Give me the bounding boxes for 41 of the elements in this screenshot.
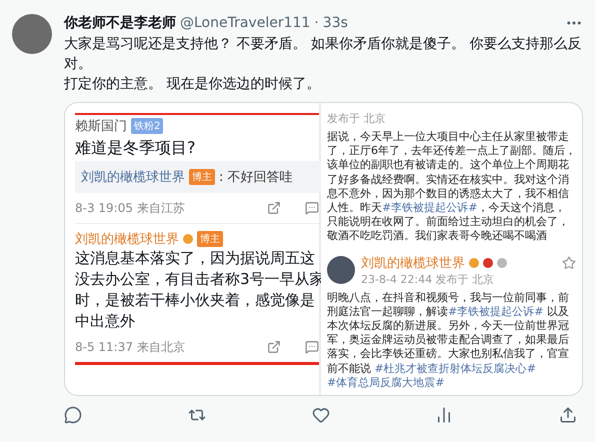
post-meta: 8-5 11:37 来自北京 xyxy=(75,338,186,356)
tweet-time[interactable]: 33s xyxy=(322,15,348,31)
post-meta: 发布于 北京 xyxy=(327,111,386,126)
comment-icon xyxy=(305,340,319,354)
comment-icon xyxy=(305,201,319,215)
hashtag-link[interactable]: #体育总局反腐大地震# xyxy=(327,376,444,389)
user-badge: 博主 xyxy=(189,169,215,185)
share-icon xyxy=(267,340,281,354)
post-meta: 23-8-4 22:44 发布于 北京 xyxy=(361,272,496,287)
post-text: 明晚八点，在抖音和视频号，我与一位前同事，前刑庭法官一起聊聊，解读#李铁被提起公诉# 以及本次体坛反腐的新进展。另外，今天一位前世界冠军，奥运金牌运动员被带走配合调查了，如果最后落实，会比李铁还重磅。大家也别私信我了，官宣前不能说 #杜兆才被查折射体坛反腐决心# #体育总局反腐大地震# xyxy=(327,290,570,390)
share-icon xyxy=(267,201,281,215)
user-badge: 铁粉2 xyxy=(131,118,164,134)
user-badge: 博主 xyxy=(197,231,223,247)
comment-text: 难道是冬季项目? xyxy=(75,137,196,159)
post-user: 刘凯的橄榄球世界 xyxy=(361,254,465,272)
comment-meta: 8-3 19:05 来自江苏 xyxy=(75,200,186,216)
separator: · xyxy=(314,15,319,31)
avatar xyxy=(327,256,355,284)
post-text-line: 这消息基本落实了，因为据说周五这 xyxy=(75,248,316,269)
tweet-text: 打定你的主意。 现在是你选边的时候了。 xyxy=(64,75,322,94)
author-name[interactable]: 你老师不是李老师 xyxy=(64,14,176,32)
author-handle[interactable]: @LoneTraveler111 xyxy=(180,15,310,31)
like-button[interactable] xyxy=(312,406,330,424)
reply-user: 刘凯的橄榄球世界 xyxy=(81,169,185,186)
like-icon xyxy=(312,406,330,424)
hashtag-link[interactable]: #李铁被提起公诉# xyxy=(382,201,478,214)
hashtag-link[interactable]: #李铁被提起公诉# xyxy=(448,304,544,318)
post-user: 刘凯的橄榄球世界 xyxy=(75,231,179,248)
post-text: 据说，今天早上一位大项目中心主任从家里被带走了，正厅6年了，去年还传差一点上了副部。随后，该单位的副职也有被请走的。这个单位上个周期花了好多备战经费啊。实情还在核实中。我对这个消息不意外，因为那个数目的诱惑太大了，我不相信人性。昨天#李铁被提起公诉#，今天这个消息，只能说明在收网了。前面给过主动坦白的机会了，敬酒不吃吃罚酒。我们家表哥今晚还喝不喝酒 xyxy=(327,130,576,244)
avatar xyxy=(12,14,52,54)
comment-user: 赖斯国门 xyxy=(75,118,127,135)
reply-text: : 不好回答哇 xyxy=(219,169,293,186)
tweet-text: 大家是骂习呢还是支持他？ 不要矛盾。 如果你矛盾你就是傻子。 你要么支持那么反对。 xyxy=(64,35,583,74)
hashtag-link[interactable]: #杜兆才被查折射体坛反腐决心# xyxy=(374,362,536,375)
reply-icon xyxy=(64,406,82,424)
share-icon xyxy=(559,406,577,424)
reply-button[interactable] xyxy=(64,406,82,424)
post-text-line: 时，是被若干棒小伙夹着，感觉像是 xyxy=(75,290,316,311)
share-button[interactable] xyxy=(559,406,577,424)
post-text-line: 中出意外 xyxy=(75,311,136,332)
star-icon[interactable] xyxy=(562,256,576,270)
